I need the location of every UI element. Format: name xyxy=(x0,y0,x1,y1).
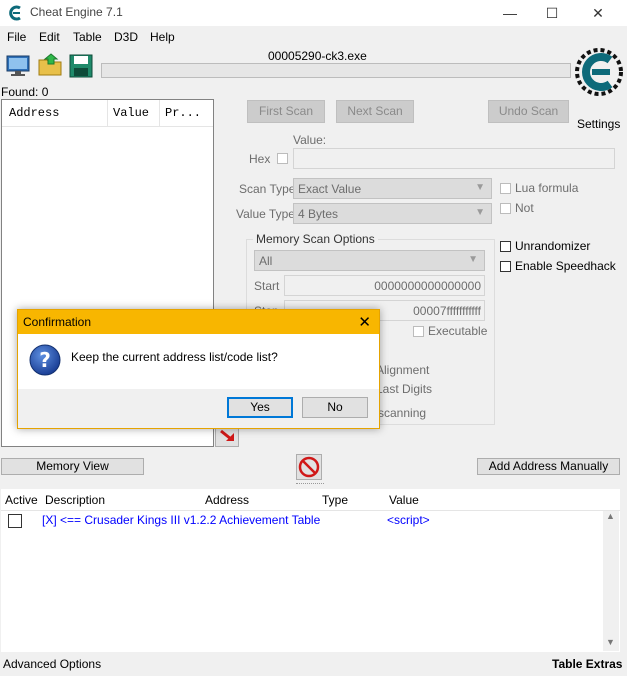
confirmation-dialog: Confirmation ✕ ? Keep the current addres… xyxy=(17,309,380,429)
menu-edit[interactable]: Edit xyxy=(39,30,60,44)
address-table-scrollbar[interactable]: ▲ ▼ xyxy=(603,511,619,651)
alignment-label: Alignment xyxy=(376,363,430,377)
yes-button[interactable]: Yes xyxy=(227,397,293,418)
found-count: Found: 0 xyxy=(1,85,49,99)
arrow-down-right-icon xyxy=(220,429,234,441)
save-icon xyxy=(69,54,93,78)
results-list-header: Address Value Pr... xyxy=(2,100,213,127)
memory-scan-options-title: Memory Scan Options xyxy=(253,232,378,246)
col-table-address[interactable]: Address xyxy=(205,493,249,507)
value-input[interactable] xyxy=(293,148,615,169)
start-label: Start xyxy=(254,279,280,293)
cheat-engine-logo-icon xyxy=(9,5,21,21)
executable-label: Executable xyxy=(428,324,488,338)
maximize-button[interactable]: ☐ xyxy=(529,0,575,26)
memory-region-select[interactable]: All ▼ xyxy=(254,250,485,271)
open-folder-icon xyxy=(38,53,62,76)
row-value: <script> xyxy=(387,513,430,527)
advanced-options-link[interactable]: Advanced Options xyxy=(3,657,101,671)
chevron-down-icon: ▼ xyxy=(475,182,485,193)
clear-list-button[interactable] xyxy=(296,454,322,480)
menu-d3d[interactable]: D3D xyxy=(114,30,138,44)
hex-checkbox[interactable] xyxy=(277,153,288,164)
window-title: Cheat Engine 7.1 xyxy=(30,5,123,19)
dialog-message: Keep the current address list/code list? xyxy=(71,350,278,364)
svg-text:?: ? xyxy=(39,348,51,372)
settings-logo-button[interactable] xyxy=(574,47,624,101)
process-title: 00005290-ck3.exe xyxy=(268,49,367,63)
col-table-value[interactable]: Value xyxy=(389,493,419,507)
add-address-manually-button[interactable]: Add Address Manually xyxy=(477,458,620,475)
not-checkbox[interactable] xyxy=(500,203,511,214)
scan-progress-bar xyxy=(101,63,571,78)
close-button[interactable]: ✕ xyxy=(575,0,621,26)
col-address[interactable]: Address xyxy=(9,106,59,120)
last-digits-label: Last Digits xyxy=(376,382,433,396)
start-address-input[interactable]: 0000000000000000 xyxy=(284,275,485,296)
scan-type-label: Scan Type xyxy=(239,182,296,196)
unrandomizer-checkbox[interactable] xyxy=(500,241,511,252)
lua-formula-checkbox[interactable] xyxy=(500,183,511,194)
question-icon: ? xyxy=(29,344,61,376)
status-bar: Advanced Options Table Extras xyxy=(0,654,627,676)
menu-bar: File Edit Table D3D Help xyxy=(0,26,627,48)
col-active[interactable]: Active xyxy=(5,493,38,507)
first-scan-button[interactable]: First Scan xyxy=(247,100,325,123)
no-button[interactable]: No xyxy=(302,397,368,418)
value-type-select[interactable]: 4 Bytes ▼ xyxy=(293,203,492,224)
speedhack-label: Enable Speedhack xyxy=(515,259,616,273)
undo-scan-button[interactable]: Undo Scan xyxy=(488,100,569,123)
col-description[interactable]: Description xyxy=(45,493,105,507)
dialog-title: Confirmation xyxy=(23,315,92,329)
no-entry-icon xyxy=(298,456,320,478)
row-description: [X] <== Crusader Kings III v1.2.2 Achiev… xyxy=(42,513,321,527)
value-type-value: 4 Bytes xyxy=(298,207,339,221)
minimize-button[interactable]: — xyxy=(487,0,533,26)
unrandomizer-label: Unrandomizer xyxy=(515,239,591,253)
table-row[interactable]: [X] <== Crusader Kings III v1.2.2 Achiev… xyxy=(1,511,601,529)
table-extras-link[interactable]: Table Extras xyxy=(552,657,622,671)
memory-view-button[interactable]: Memory View xyxy=(1,458,144,475)
scroll-down-icon[interactable]: ▼ xyxy=(606,637,615,647)
save-button[interactable] xyxy=(68,53,94,79)
col-value[interactable]: Value xyxy=(113,106,149,120)
menu-table[interactable]: Table xyxy=(73,30,102,44)
hex-label: Hex xyxy=(249,152,271,166)
address-table[interactable]: Active Description Address Type Value [X… xyxy=(1,489,620,652)
chevron-down-icon: ▼ xyxy=(475,207,485,218)
dialog-close-icon[interactable]: ✕ xyxy=(358,313,371,331)
scan-type-select[interactable]: Exact Value ▼ xyxy=(293,178,492,199)
scan-type-value: Exact Value xyxy=(298,182,362,196)
menu-help[interactable]: Help xyxy=(150,30,175,44)
computer-icon xyxy=(6,55,30,76)
value-type-label: Value Type xyxy=(236,207,295,221)
select-process-button[interactable] xyxy=(5,53,31,79)
lua-formula-label: Lua formula xyxy=(515,181,579,195)
dialog-footer: Yes No xyxy=(18,389,379,428)
settings-label[interactable]: Settings xyxy=(577,117,620,131)
cheat-engine-logo-icon xyxy=(575,48,623,96)
scroll-up-icon[interactable]: ▲ xyxy=(606,511,615,521)
active-checkbox[interactable] xyxy=(8,514,22,528)
executable-checkbox[interactable] xyxy=(413,326,424,337)
value-label: Value: xyxy=(293,133,327,147)
open-file-button[interactable] xyxy=(37,52,63,78)
speedhack-checkbox[interactable] xyxy=(500,261,511,272)
splitter-handle[interactable] xyxy=(296,483,324,486)
title-bar: Cheat Engine 7.1 — ☐ ✕ xyxy=(0,0,627,26)
next-scan-button[interactable]: Next Scan xyxy=(336,100,414,123)
memory-region-value: All xyxy=(259,254,273,268)
chevron-down-icon: ▼ xyxy=(468,254,478,265)
menu-file[interactable]: File xyxy=(7,30,26,44)
dialog-title-bar: Confirmation ✕ xyxy=(18,310,379,334)
col-type[interactable]: Type xyxy=(322,493,348,507)
col-previous[interactable]: Pr... xyxy=(165,106,201,120)
not-label: Not xyxy=(515,201,534,215)
